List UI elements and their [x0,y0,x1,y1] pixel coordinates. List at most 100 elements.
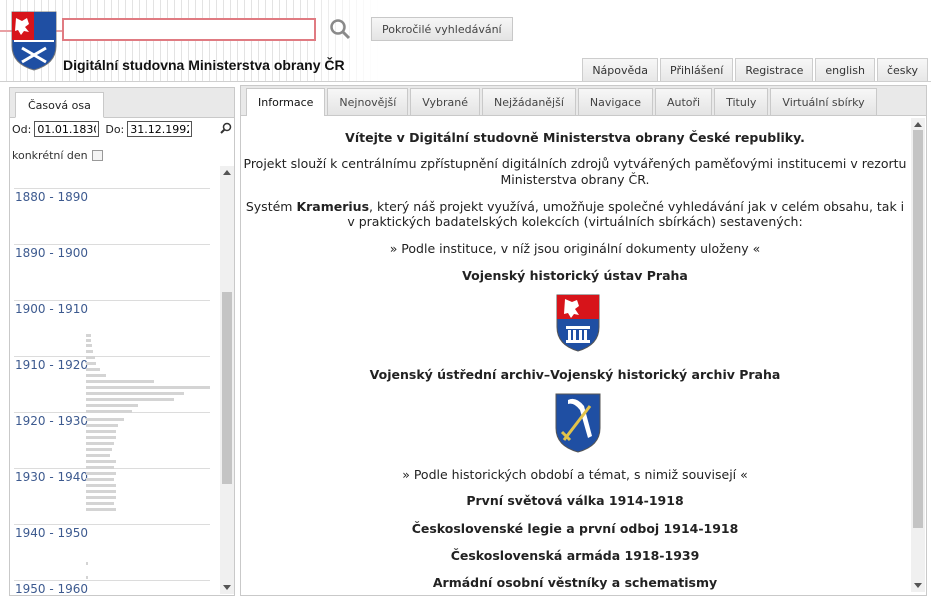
english-link[interactable]: english [815,58,875,81]
histogram-bar [86,576,88,579]
content-panel: Informace Nejnovější Vybrané Nejžádanějš… [240,85,927,596]
histogram-bar [86,350,93,353]
tab-titles[interactable]: Tituly [714,88,769,115]
tab-timeline[interactable]: Časová osa [15,92,104,118]
decade-label[interactable]: 1910 - 1920 [15,358,88,372]
specific-day-label: konkrétní den [12,149,88,162]
institution-link[interactable]: Vojenský ústřední archiv–Vojenský histor… [241,367,909,382]
tab-selected[interactable]: Vybrané [410,88,481,115]
decade-label[interactable]: 1920 - 1930 [15,414,88,428]
left-tabbar: Časová osa [10,88,234,118]
histogram-bar [86,380,154,383]
from-label: Od: [12,122,32,136]
histogram-bar [86,398,174,401]
scroll-down-icon[interactable] [914,583,922,588]
header: Digitální studovna Ministerstva obrany Č… [0,0,931,82]
decade-label[interactable]: 1950 - 1960 [15,582,88,596]
tab-authors[interactable]: Autoři [654,88,713,115]
decade-label[interactable]: 1940 - 1950 [15,526,88,540]
ministry-logo[interactable] [10,10,58,72]
tab-most-requested[interactable]: Nejžádanější [482,88,576,115]
histogram-bar [86,496,116,499]
to-date-input[interactable] [127,121,193,137]
histogram-bar [86,392,184,395]
scroll-up-icon[interactable] [223,170,231,175]
specific-day-checkbox[interactable] [91,150,103,161]
kramerius-text: Systém Kramerius, který náš projekt využ… [241,199,909,214]
histogram-bar [86,466,114,469]
histogram-bar [86,442,114,445]
institution-link[interactable]: Vojenský historický ústav Praha [241,268,909,283]
period-link[interactable]: Československá armáda 1918-1939 [241,548,909,563]
histogram-bar [86,386,210,389]
tab-navigation[interactable]: Navigace [577,88,653,115]
search-button[interactable] [328,18,352,42]
decade-divider [14,300,210,301]
timeline-panel: Časová osa Od: Do: konkrétní den 1880 - … [9,87,235,596]
histogram-bar [86,334,91,337]
scrollbar-thumb[interactable] [222,292,232,484]
period-link[interactable]: První světová válka 1914-1918 [241,493,909,508]
intro-text: Projekt slouží k centrálnímu zpřístupněn… [243,156,907,171]
decade-divider [14,580,210,581]
scroll-down-icon[interactable] [223,585,231,590]
decade-divider [14,188,210,189]
login-link[interactable]: Přihlášení [660,58,734,81]
histogram-bar [86,454,110,457]
content-tabs: Informace Nejnovější Vybrané Nejžádanějš… [241,86,926,116]
from-date-input[interactable] [34,121,100,137]
search-input[interactable] [62,18,316,41]
help-link[interactable]: Nápověda [582,58,658,81]
tab-virtual-collections[interactable]: Virtuální sbírky [770,88,877,115]
histogram-bar [86,472,116,475]
histogram-bar [86,339,91,342]
timeline-scrollbar[interactable] [220,166,234,594]
decade-divider [14,524,210,525]
histogram-bar [86,490,116,493]
timeline[interactable]: 1880 - 1890 1890 - 1900 1900 - 1910 1910… [10,166,222,596]
search-icon [330,19,351,40]
info-content: Vítejte v Digitální studovně Ministerstv… [241,117,909,595]
histogram-bar [86,418,124,421]
kramerius-name: Kramerius [296,199,370,214]
register-link[interactable]: Registrace [735,58,814,81]
histogram-bar [86,448,112,451]
decade-label[interactable]: 1890 - 1900 [15,246,88,260]
histogram-bar [86,508,116,511]
date-range: Od: Do: [12,121,193,137]
scrollbar-thumb[interactable] [913,130,923,528]
intro-text: Ministerstva obrany ČR. [500,172,650,187]
period-heading: » Podle historických období a témat, s n… [402,467,748,482]
site-title[interactable]: Digitální studovna Ministerstva obrany Č… [63,57,345,73]
decade-label[interactable]: 1930 - 1940 [15,470,88,484]
to-label: Do: [105,122,125,136]
search-icon[interactable] [220,122,232,134]
histogram-bar [86,356,95,359]
histogram-bar [86,460,116,463]
tab-newest[interactable]: Nejnovější [327,88,409,115]
histogram-bar [86,344,92,347]
period-link[interactable]: Československé legie a první odboj 1914-… [241,521,909,536]
histogram-bar [86,478,114,481]
vua-emblem[interactable] [554,392,602,454]
vhu-emblem[interactable] [555,293,601,353]
histogram-bar [86,374,106,377]
period-link[interactable]: Armádní osobní věstníky a schematismy [241,575,909,590]
kramerius-text-rest: , který náš projekt využívá, umožňuje sp… [369,199,905,214]
welcome-heading: Vítejte v Digitální studovně Ministerstv… [345,130,805,145]
advanced-search-button[interactable]: Pokročilé vyhledávání [371,17,513,41]
decade-label[interactable]: 1880 - 1890 [15,190,88,204]
czech-link[interactable]: česky [876,58,928,81]
tab-info[interactable]: Informace [246,88,326,116]
decade-label[interactable]: 1900 - 1910 [15,302,88,316]
histogram-bar [86,562,88,565]
institution-heading: » Podle instituce, v níž jsou originální… [389,241,761,256]
kramerius-text-lead: Systém [245,199,297,214]
specific-day-row: konkrétní den [12,149,103,162]
histogram-bar [86,424,118,427]
histogram-bar [86,502,114,505]
scroll-up-icon[interactable] [914,122,922,127]
decade-divider [14,356,210,357]
histogram-bar [86,368,100,371]
content-scrollbar[interactable] [911,118,925,592]
